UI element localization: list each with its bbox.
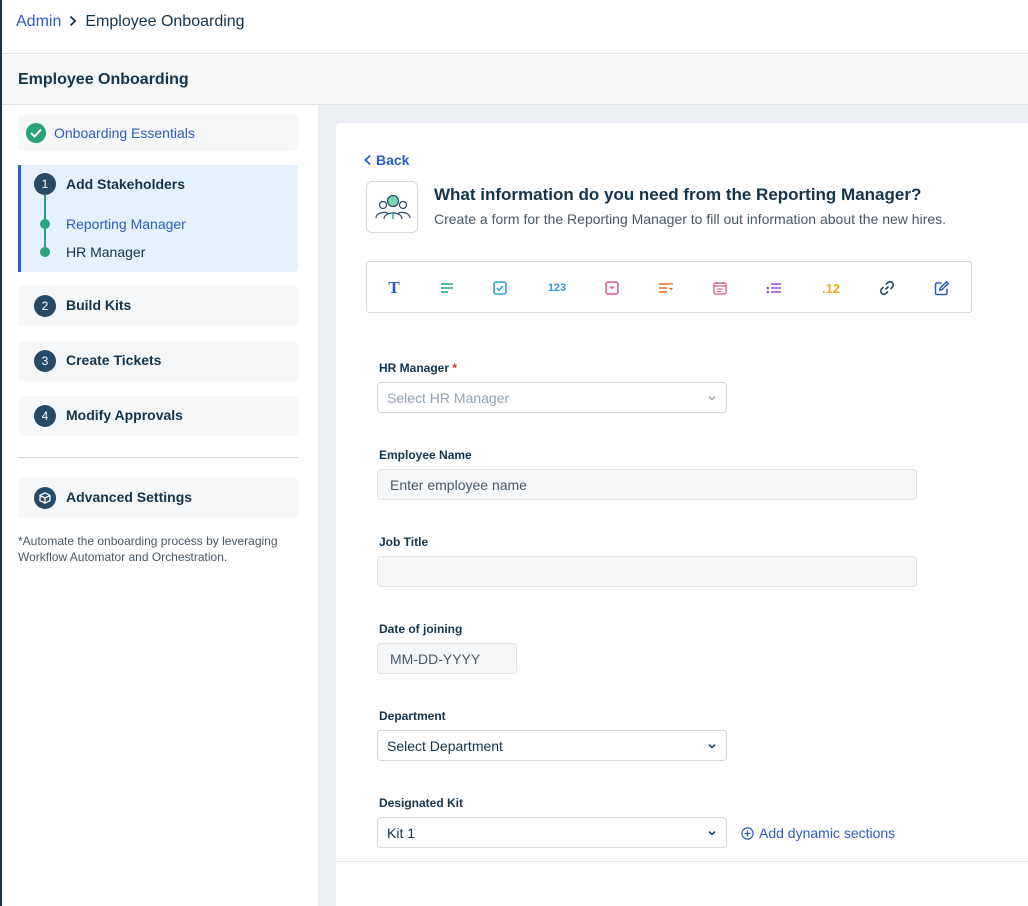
dependent-field-icon[interactable]	[655, 278, 677, 298]
chevron-down-icon	[708, 743, 716, 749]
edit-field-icon[interactable]	[931, 278, 953, 298]
field-type-toolbar: T 123 .12	[366, 261, 972, 313]
input-placeholder: MM-DD-YYYY	[390, 651, 481, 667]
sidebar-item-label: Create Tickets	[66, 352, 162, 368]
sidebar-subitem-reporting-manager[interactable]: Reporting Manager	[66, 216, 186, 232]
footer-bar	[336, 861, 1028, 906]
cube-icon	[34, 487, 56, 509]
date-field-icon[interactable]	[709, 278, 731, 298]
back-label: Back	[376, 152, 410, 168]
sidebar-note: *Automate the onboarding process by leve…	[18, 534, 278, 564]
designated-kit-select[interactable]: Kit 1	[377, 817, 727, 848]
form-question-title: What information do you need from the Re…	[434, 185, 922, 204]
department-label: Department	[379, 709, 446, 723]
sidebar-item-create-tickets[interactable]: 3 Create Tickets	[18, 341, 298, 381]
chevron-down-icon	[708, 396, 716, 401]
sidebar-item-modify-approvals[interactable]: 4 Modify Approvals	[18, 396, 298, 436]
sidebar-item-add-stakeholders[interactable]: 1 Add Stakeholders Reporting Manager HR …	[18, 165, 298, 272]
sidebar-item-advanced-settings[interactable]: Advanced Settings	[18, 478, 298, 518]
add-dynamic-sections-link[interactable]: Add dynamic sections	[741, 825, 895, 841]
link-field-icon[interactable]	[876, 278, 898, 298]
designated-kit-label: Designated Kit	[379, 796, 464, 810]
sidebar-divider	[18, 457, 298, 458]
chevron-left-icon	[364, 154, 371, 166]
add-dynamic-sections-label: Add dynamic sections	[759, 825, 896, 841]
chevron-down-icon	[708, 830, 716, 836]
stakeholders-icon	[366, 181, 418, 233]
select-value: Select Department	[387, 738, 503, 754]
sidebar-item-label: Build Kits	[66, 297, 132, 313]
required-mark: *	[452, 361, 458, 375]
sidebar-item-label: Onboarding Essentials	[54, 125, 195, 141]
breadcrumb-chevron-icon	[69, 14, 77, 30]
sidebar-item-label: Add Stakeholders	[66, 176, 186, 192]
paragraph-field-icon[interactable]	[436, 278, 458, 298]
job-title-input[interactable]	[377, 556, 917, 587]
breadcrumb-admin-link[interactable]: Admin	[16, 13, 61, 31]
page-header: Employee Onboarding	[2, 55, 1028, 105]
input-placeholder: Enter employee name	[390, 477, 527, 493]
select-placeholder: Select HR Manager	[387, 390, 510, 406]
employee-name-input[interactable]: Enter employee name	[377, 469, 917, 500]
plus-circle-icon	[741, 826, 754, 840]
page-title: Employee Onboarding	[18, 71, 189, 88]
date-of-joining-label: Date of joining	[379, 622, 463, 636]
department-select[interactable]: Select Department	[377, 730, 727, 761]
date-of-joining-input[interactable]: MM-DD-YYYY	[377, 643, 517, 674]
sidebar-subitem-hr-manager[interactable]: HR Manager	[66, 244, 145, 260]
top-bar: Admin Employee Onboarding	[2, 0, 1028, 54]
checkbox-field-icon[interactable]	[489, 278, 511, 298]
breadcrumb: Admin Employee Onboarding	[16, 13, 245, 31]
job-title-label: Job Title	[379, 535, 429, 549]
text-field-icon[interactable]: T	[383, 278, 405, 298]
sidebar-item-label: Advanced Settings	[66, 489, 193, 505]
employee-name-label: Employee Name	[379, 448, 472, 462]
check-circle-icon	[26, 123, 46, 143]
step-number-badge: 2	[34, 295, 56, 317]
form-question-subtitle: Create a form for the Reporting Manager …	[434, 211, 947, 227]
back-button[interactable]: Back	[364, 152, 409, 168]
decimal-field-icon[interactable]: .12	[817, 278, 845, 298]
sidebar-item-onboarding-essentials[interactable]: Onboarding Essentials	[18, 115, 298, 151]
sidebar-item-build-kits[interactable]: 2 Build Kits	[18, 286, 298, 326]
sidebar: Onboarding Essentials 1 Add Stakeholders…	[2, 105, 318, 906]
step-number-badge: 1	[34, 173, 56, 195]
progress-dot	[40, 219, 50, 229]
step-number-badge: 3	[34, 350, 56, 372]
step-number-badge: 4	[34, 405, 56, 427]
multiselect-field-icon[interactable]	[763, 278, 785, 298]
select-value: Kit 1	[387, 825, 416, 841]
hr-manager-select[interactable]: Select HR Manager	[377, 382, 727, 413]
progress-dot	[40, 247, 50, 257]
breadcrumb-current: Employee Onboarding	[85, 13, 245, 30]
dropdown-field-icon[interactable]	[601, 278, 623, 298]
number-field-icon[interactable]: 123	[543, 278, 571, 298]
sidebar-item-label: Modify Approvals	[66, 407, 183, 423]
hr-manager-label: HR Manager *	[379, 361, 458, 375]
